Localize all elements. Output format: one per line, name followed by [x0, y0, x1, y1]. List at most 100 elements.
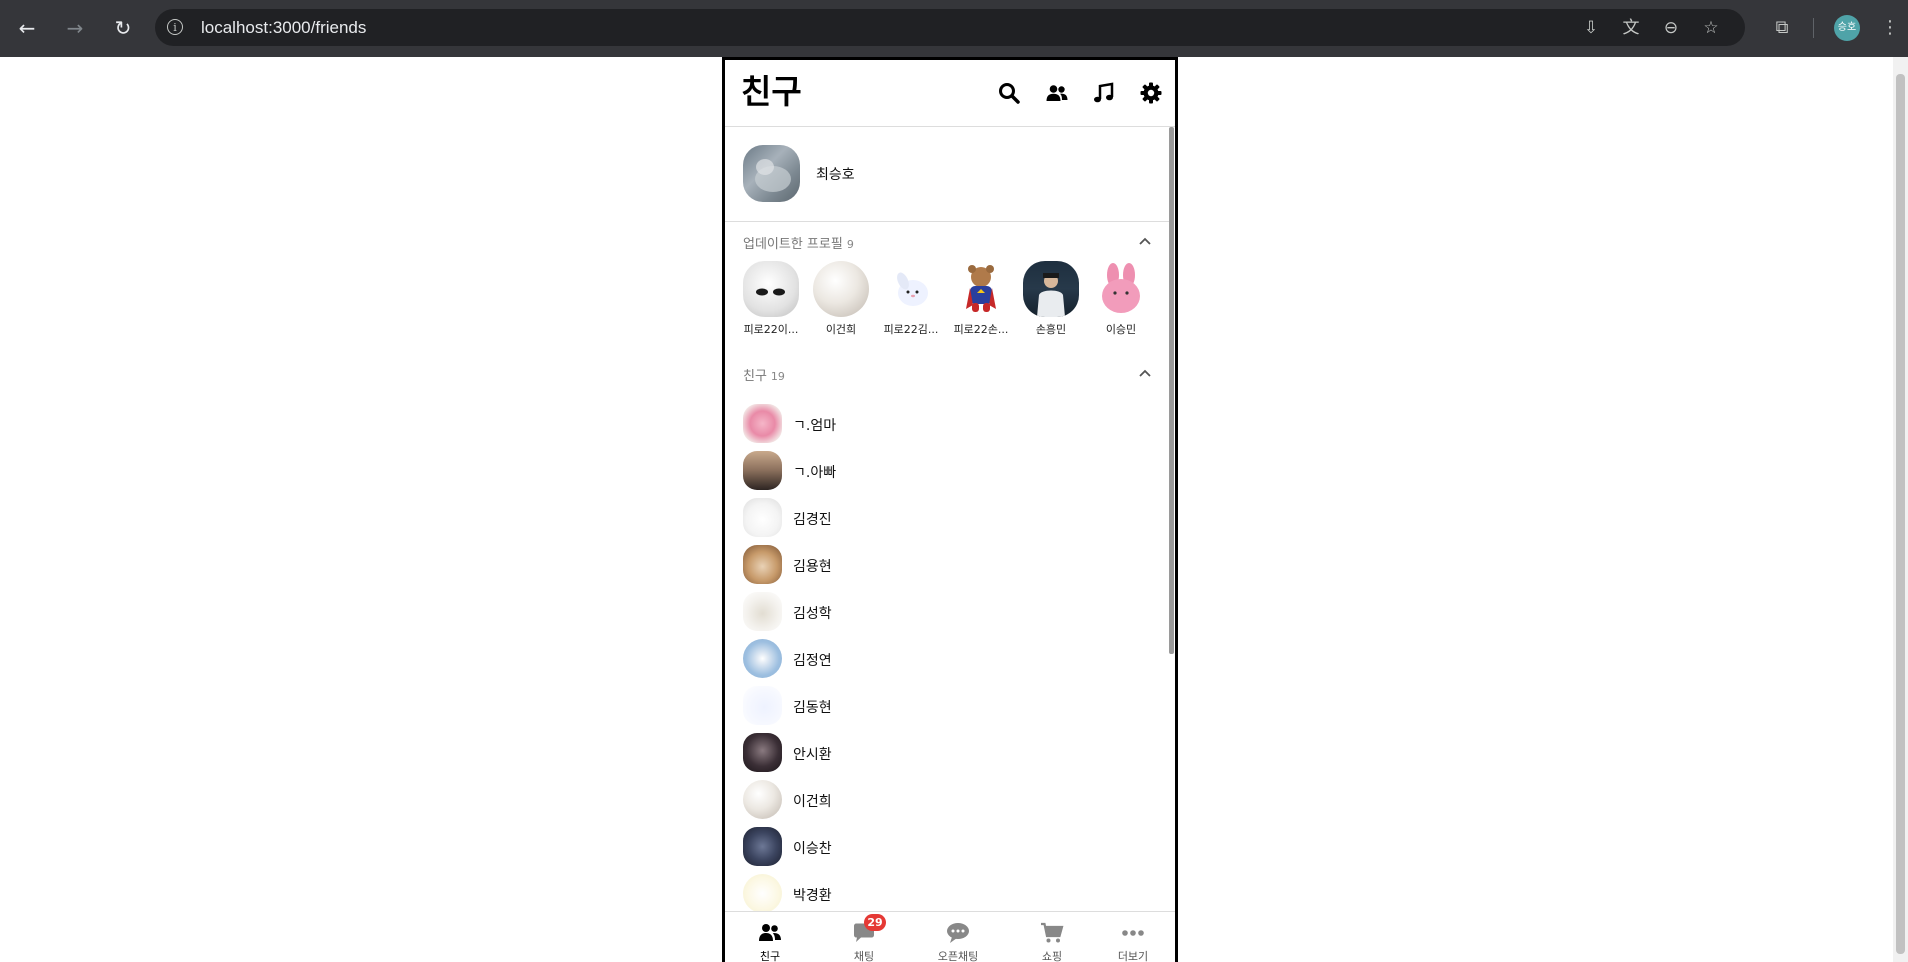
profile-avatar[interactable]: [1093, 261, 1149, 317]
address-bar[interactable]: i localhost:3000/friends ⇩ 文 ⊖ ☆: [155, 9, 1745, 46]
info-icon[interactable]: i: [167, 19, 183, 35]
friend-row[interactable]: 김용현: [725, 542, 1169, 588]
music-icon[interactable]: [1092, 81, 1116, 105]
profile-name: 피로22손...: [953, 323, 1009, 336]
reload-icon[interactable]: ↻: [109, 14, 137, 42]
browser-toolbar: ← → ↻ i localhost:3000/friends ⇩ 文 ⊖ ☆ ⧉…: [0, 0, 1908, 57]
my-name[interactable]: 최승호: [816, 164, 855, 184]
friends-content[interactable]: 최승호 업데이트한 프로필 9 피로22이... 이건희 피로22김... 피로…: [725, 127, 1175, 911]
updated-profile-item[interactable]: 피로22이...: [740, 261, 802, 337]
friend-name: 박경환: [793, 888, 832, 904]
profile-avatar[interactable]: [1023, 261, 1079, 317]
friend-avatar[interactable]: [743, 827, 782, 866]
profile-name: 피로22이...: [743, 323, 799, 336]
tab-label: 채팅: [853, 950, 875, 962]
friend-name: 이건희: [793, 794, 832, 810]
my-avatar[interactable]: [743, 145, 800, 202]
add-friend-icon[interactable]: [1045, 81, 1069, 105]
friend-name: 김성학: [793, 606, 832, 622]
friend-row[interactable]: 김정연: [725, 636, 1169, 682]
tab-open-chat[interactable]: 오픈채팅: [918, 912, 998, 962]
friend-row[interactable]: 김성학: [725, 589, 1169, 635]
app-frame: 친구 최승호 업데이트한 프로필 9 피로22이... 이건희 피로22김...…: [722, 57, 1178, 962]
friend-name: ㄱ.아빠: [793, 465, 837, 481]
profile-name: 이승민: [1105, 323, 1137, 336]
friends-section-header: 친구 19: [743, 365, 785, 384]
menu-icon[interactable]: ⋮: [1880, 14, 1900, 42]
profile-name: 손흥민: [1035, 323, 1067, 336]
friend-row[interactable]: 김동현: [725, 683, 1169, 729]
friend-avatar[interactable]: [743, 686, 782, 725]
app-header: 친구: [725, 60, 1175, 127]
bottom-nav: 친구 29 채팅 오픈채팅 쇼핑 더보기: [725, 911, 1175, 962]
friend-row[interactable]: 이건희: [725, 777, 1169, 823]
translate-icon[interactable]: 文: [1618, 15, 1644, 41]
content-scrollbar-thumb[interactable]: [1169, 127, 1174, 654]
friend-row[interactable]: ㄱ.엄마: [725, 401, 1169, 447]
friend-avatar[interactable]: [743, 404, 782, 443]
forward-icon[interactable]: →: [61, 14, 89, 42]
tab-more[interactable]: 더보기: [1093, 912, 1173, 962]
updated-profiles-count: 9: [846, 238, 854, 251]
friend-name: 김경진: [793, 512, 832, 528]
updated-profiles-label: 업데이트한 프로필: [743, 237, 843, 252]
updated-profile-item[interactable]: 피로22손...: [950, 261, 1012, 337]
profile-avatar[interactable]: [953, 261, 1009, 317]
friend-avatar[interactable]: [743, 780, 782, 819]
zoom-icon[interactable]: ⊖: [1658, 15, 1684, 41]
friend-avatar[interactable]: [743, 874, 782, 911]
friend-avatar[interactable]: [743, 545, 782, 584]
page-title: 친구: [741, 72, 802, 111]
friend-avatar[interactable]: [743, 451, 782, 490]
install-icon[interactable]: ⇩: [1578, 15, 1604, 41]
friend-row[interactable]: 박경환: [725, 871, 1169, 911]
profile-avatar[interactable]: 승호: [1834, 15, 1860, 41]
friend-avatar[interactable]: [743, 498, 782, 537]
friend-row[interactable]: 이승찬: [725, 824, 1169, 870]
friend-row[interactable]: 안시환: [725, 730, 1169, 776]
chat-unread-badge: 29: [864, 914, 886, 931]
extensions-icon[interactable]: ⧉: [1768, 14, 1796, 42]
star-icon[interactable]: ☆: [1698, 15, 1724, 41]
cart-icon: [1041, 922, 1064, 943]
tab-label: 쇼핑: [1041, 950, 1063, 962]
chevron-up-icon[interactable]: [1137, 235, 1153, 247]
tab-friends[interactable]: 친구: [730, 912, 810, 962]
page-scrollbar[interactable]: [1893, 57, 1908, 962]
friend-row[interactable]: ㄱ.아빠: [725, 448, 1169, 494]
updated-profile-item[interactable]: 이건희: [810, 261, 872, 337]
chevron-up-icon[interactable]: [1137, 367, 1153, 379]
friend-name: 김정연: [793, 653, 832, 669]
profile-avatar[interactable]: [813, 261, 869, 317]
page-scrollbar-thumb[interactable]: [1896, 74, 1905, 954]
back-icon[interactable]: ←: [13, 14, 41, 42]
friend-avatar[interactable]: [743, 639, 782, 678]
friends-icon: [759, 924, 781, 941]
search-icon[interactable]: [997, 81, 1021, 105]
profile-avatar[interactable]: [743, 261, 799, 317]
tab-shopping[interactable]: 쇼핑: [1012, 912, 1092, 962]
more-icon: [1122, 930, 1144, 936]
profile-avatar[interactable]: [883, 261, 939, 317]
profile-name: 피로22김...: [883, 323, 939, 336]
friend-avatar[interactable]: [743, 733, 782, 772]
tab-chat[interactable]: 29 채팅: [824, 912, 904, 962]
open-chat-icon: [947, 923, 969, 943]
updated-profiles-header: 업데이트한 프로필 9: [743, 233, 854, 252]
my-profile[interactable]: 최승호: [725, 127, 1169, 222]
friend-name: 안시환: [793, 747, 832, 763]
gear-icon[interactable]: [1139, 81, 1163, 105]
updated-profile-item[interactable]: 이승민: [1090, 261, 1152, 337]
toolbar-divider: [1813, 18, 1814, 38]
friend-avatar[interactable]: [743, 592, 782, 631]
friend-row[interactable]: 김경진: [725, 495, 1169, 541]
friend-name: 김동현: [793, 700, 832, 716]
url-text[interactable]: localhost:3000/friends: [201, 18, 366, 38]
updated-profile-item[interactable]: 손흥민: [1020, 261, 1082, 337]
friends-section-label: 친구: [743, 369, 767, 384]
tab-label: 친구: [759, 950, 781, 962]
profile-name: 이건희: [825, 323, 857, 336]
tab-label: 오픈채팅: [937, 950, 979, 962]
friend-name: 이승찬: [793, 841, 832, 857]
updated-profile-item[interactable]: 피로22김...: [880, 261, 942, 337]
